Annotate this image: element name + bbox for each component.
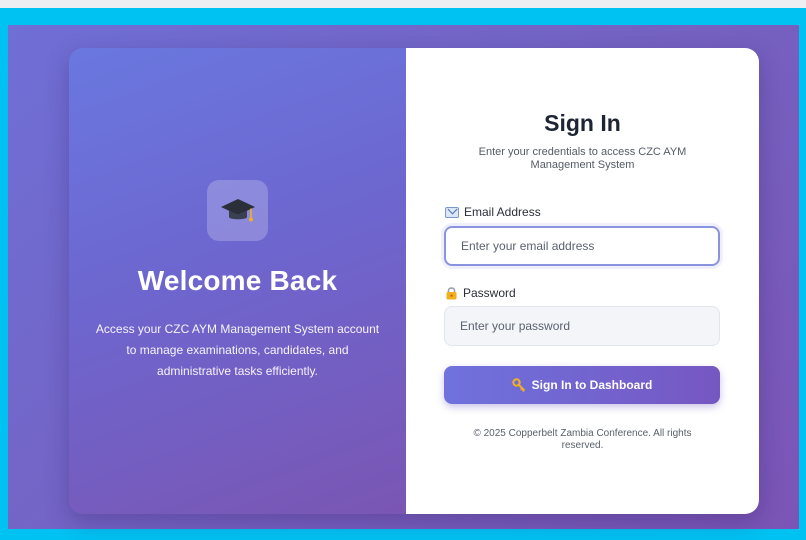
graduation-cap-icon: [220, 198, 255, 221]
email-label-text: Email Address: [464, 205, 541, 219]
welcome-panel: Welcome Back Access your CZC AYM Managem…: [69, 48, 406, 514]
email-label: Email Address: [445, 205, 541, 219]
signin-subtitle: Enter your credentials to access CZC AYM…: [478, 146, 687, 171]
email-field[interactable]: [444, 226, 720, 266]
page-title: Sign In: [544, 110, 621, 136]
lock-icon: [446, 287, 457, 300]
login-card: Welcome Back Access your CZC AYM Managem…: [69, 48, 759, 514]
password-field[interactable]: [444, 306, 720, 346]
sign-in-button-label: Sign In to Dashboard: [531, 378, 653, 392]
password-label-text: Password: [463, 286, 516, 300]
signin-panel: Sign In Enter your credentials to access…: [406, 48, 759, 514]
welcome-heading: Welcome Back: [137, 265, 338, 296]
envelope-icon: [445, 206, 459, 218]
sign-in-button[interactable]: Sign In to Dashboard: [444, 366, 720, 404]
password-label: Password: [445, 286, 516, 300]
welcome-description: Access your CZC AYM Management System ac…: [95, 322, 380, 378]
logo-badge: [207, 180, 268, 241]
copyright-footer: © 2025 Copperbelt Zambia Conference. All…: [473, 428, 692, 451]
key-icon: [511, 378, 525, 392]
